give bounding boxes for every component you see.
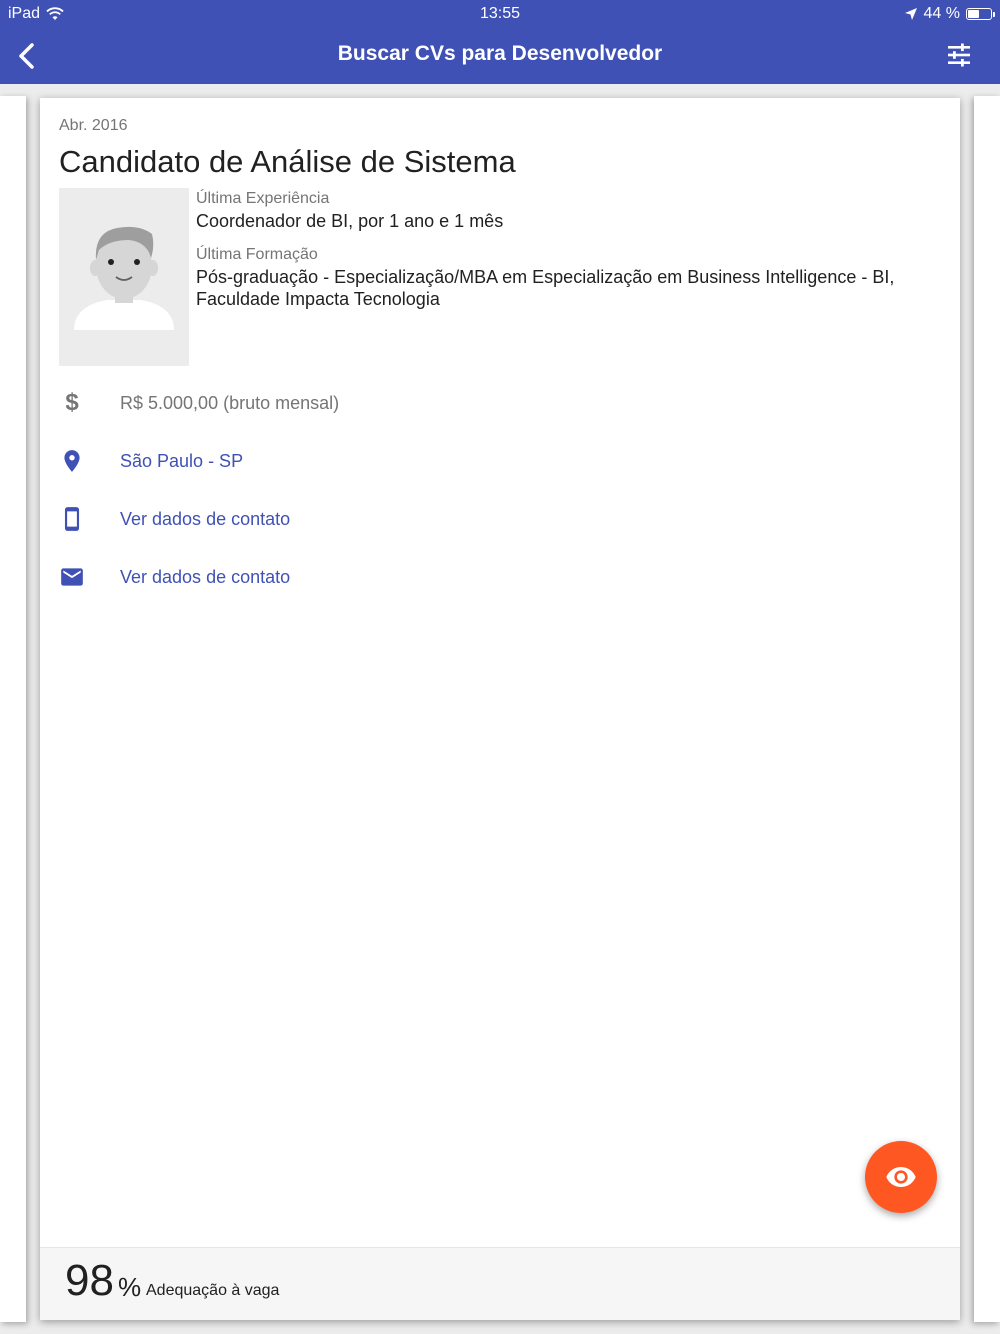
last-education-label: Última Formação xyxy=(196,246,318,263)
avatar xyxy=(59,188,189,366)
top-bar: iPad 13:55 44 % Buscar CVs para Desenvol… xyxy=(0,0,1000,84)
battery-fill xyxy=(968,10,979,18)
avatar-placeholder-icon xyxy=(74,226,174,330)
map-pin-icon xyxy=(64,450,80,472)
eye-icon xyxy=(886,1167,916,1187)
match-label: Adequação à vaga xyxy=(146,1282,280,1299)
salary-text: R$ 5.000,00 (bruto mensal) xyxy=(120,392,340,413)
page-title: Buscar CVs para Desenvolvedor xyxy=(337,42,663,65)
last-education-value: Pós-graduação - Especialização/MBA em Es… xyxy=(196,267,895,287)
battery-icon xyxy=(966,8,995,20)
card-date: Abr. 2016 xyxy=(59,117,128,134)
last-experience-value: Coordenador de BI, por 1 ano e 1 mês xyxy=(196,211,504,231)
email-row[interactable]: Ver dados de contato xyxy=(59,562,290,592)
phone-row[interactable]: Ver dados de contato xyxy=(59,504,290,534)
mail-icon xyxy=(61,568,83,586)
phone-icon xyxy=(64,507,80,531)
battery-percent: 44 % xyxy=(923,5,960,22)
dollar-icon: $ xyxy=(65,389,79,416)
clock: 13:55 xyxy=(479,5,521,22)
salary-row: $ R$ 5.000,00 (bruto mensal) xyxy=(59,388,339,418)
last-experience-label: Última Experiência xyxy=(196,190,330,207)
status-right: 44 % xyxy=(904,5,995,23)
phone-contact-link[interactable]: Ver dados de contato xyxy=(120,509,290,530)
email-contact-link[interactable]: Ver dados de contato xyxy=(120,567,290,588)
sliders-icon[interactable] xyxy=(946,42,972,68)
candidate-info: Última Experiência Coordenador de BI, po… xyxy=(196,190,946,310)
match-footer: 98 % Adequação à vaga xyxy=(40,1247,960,1320)
candidate-card[interactable]: Abr. 2016 Candidato de Análise de Sistem… xyxy=(40,98,960,1320)
location-link[interactable]: São Paulo - SP xyxy=(120,451,243,472)
match-percent: 98 xyxy=(65,1256,114,1305)
previous-card-edge[interactable] xyxy=(0,96,26,1322)
view-cv-button[interactable] xyxy=(865,1141,937,1213)
match-percent-sign: % xyxy=(118,1272,142,1302)
location-arrow-icon xyxy=(904,8,917,20)
location-row[interactable]: São Paulo - SP xyxy=(59,446,243,476)
nav-bar: Buscar CVs para Desenvolvedor xyxy=(0,28,1000,84)
candidate-title: Candidato de Análise de Sistema xyxy=(59,144,516,179)
status-bar: iPad 13:55 44 % xyxy=(0,0,1000,28)
next-card-edge[interactable] xyxy=(974,96,1000,1322)
last-education-institution: Faculdade Impacta Tecnologia xyxy=(196,289,440,309)
